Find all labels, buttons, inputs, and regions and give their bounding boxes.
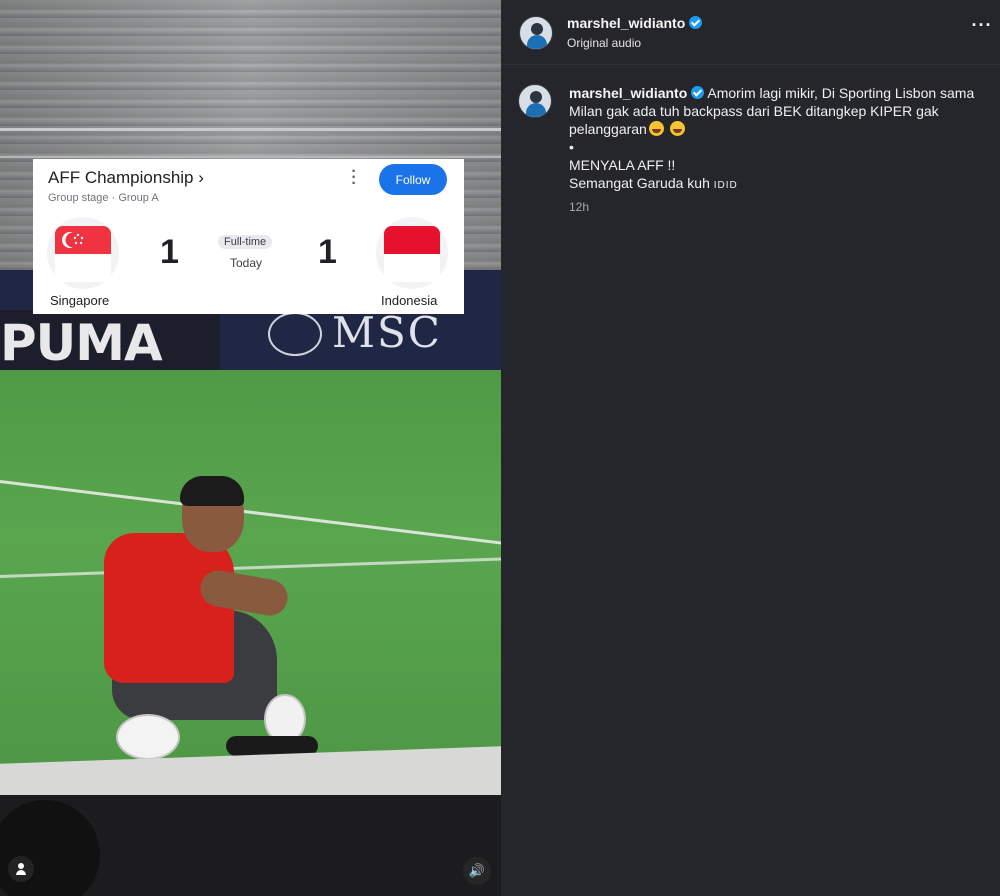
more-options-icon[interactable]: ··· [971, 16, 993, 40]
rolling-on-floor-laughing-emoji-icon [669, 121, 685, 136]
home-score: 1 [160, 233, 179, 271]
match-date: Today [230, 256, 263, 270]
flag-emoji-text: IDID [713, 180, 738, 191]
competition-title-text: AFF Championship [48, 168, 194, 187]
chevron-right-icon: › [198, 168, 204, 187]
post-caption: marshel_widianto Amorim lagi mikir, Di S… [569, 84, 979, 195]
volume-icon[interactable]: 🔊 [463, 857, 491, 885]
video-player[interactable]: PUMA MSC AFF Championship › Group stage … [0, 0, 501, 896]
avatar[interactable] [518, 84, 552, 118]
away-team-name: Indonesia [381, 293, 438, 308]
match-status-badge: Full-time [218, 235, 273, 249]
reel-viewer: PUMA MSC AFF Championship › Group stage … [0, 0, 1000, 896]
away-score: 1 [318, 233, 337, 271]
caption-line: Semangat Garuda kuh [569, 175, 710, 191]
caption-username[interactable]: marshel_widianto [569, 85, 687, 101]
person-hair [180, 476, 244, 506]
caption-line: MENYALA AFF !! [569, 157, 676, 173]
stadium-railing [0, 128, 501, 158]
caption-bullet: • [569, 139, 574, 155]
msc-emblem-icon [268, 312, 322, 356]
kebab-menu-icon[interactable]: · · · [349, 164, 359, 192]
away-team-badge [376, 217, 448, 289]
verified-badge-icon [689, 16, 703, 29]
rolling-on-floor-laughing-emoji-icon [648, 121, 664, 136]
football [116, 714, 180, 760]
post-timestamp[interactable]: 12h [569, 200, 589, 214]
score-card: AFF Championship › Group stage · Group A… [33, 159, 464, 314]
person-shirt [104, 533, 234, 683]
username-text[interactable]: marshel_widianto [567, 15, 685, 31]
tagged-users-icon[interactable] [8, 856, 34, 882]
competition-subtitle: Group stage · Group A [48, 192, 159, 204]
singapore-flag-icon [55, 226, 111, 282]
audio-link[interactable]: Original audio [567, 36, 641, 50]
home-team-badge [47, 217, 119, 289]
indonesia-flag-icon [384, 226, 440, 282]
divider [501, 64, 1000, 65]
msc-logo-text: MSC [332, 308, 442, 357]
follow-button[interactable]: Follow [379, 164, 447, 195]
post-author[interactable]: marshel_widianto [567, 15, 703, 31]
avatar[interactable] [519, 16, 553, 50]
competition-title[interactable]: AFF Championship › [48, 168, 204, 188]
post-sidebar: marshel_widianto Original audio ··· mars… [501, 0, 1000, 896]
verified-badge-icon [691, 86, 705, 99]
home-team-name: Singapore [50, 293, 110, 308]
puma-logo-text: PUMA [0, 314, 163, 372]
